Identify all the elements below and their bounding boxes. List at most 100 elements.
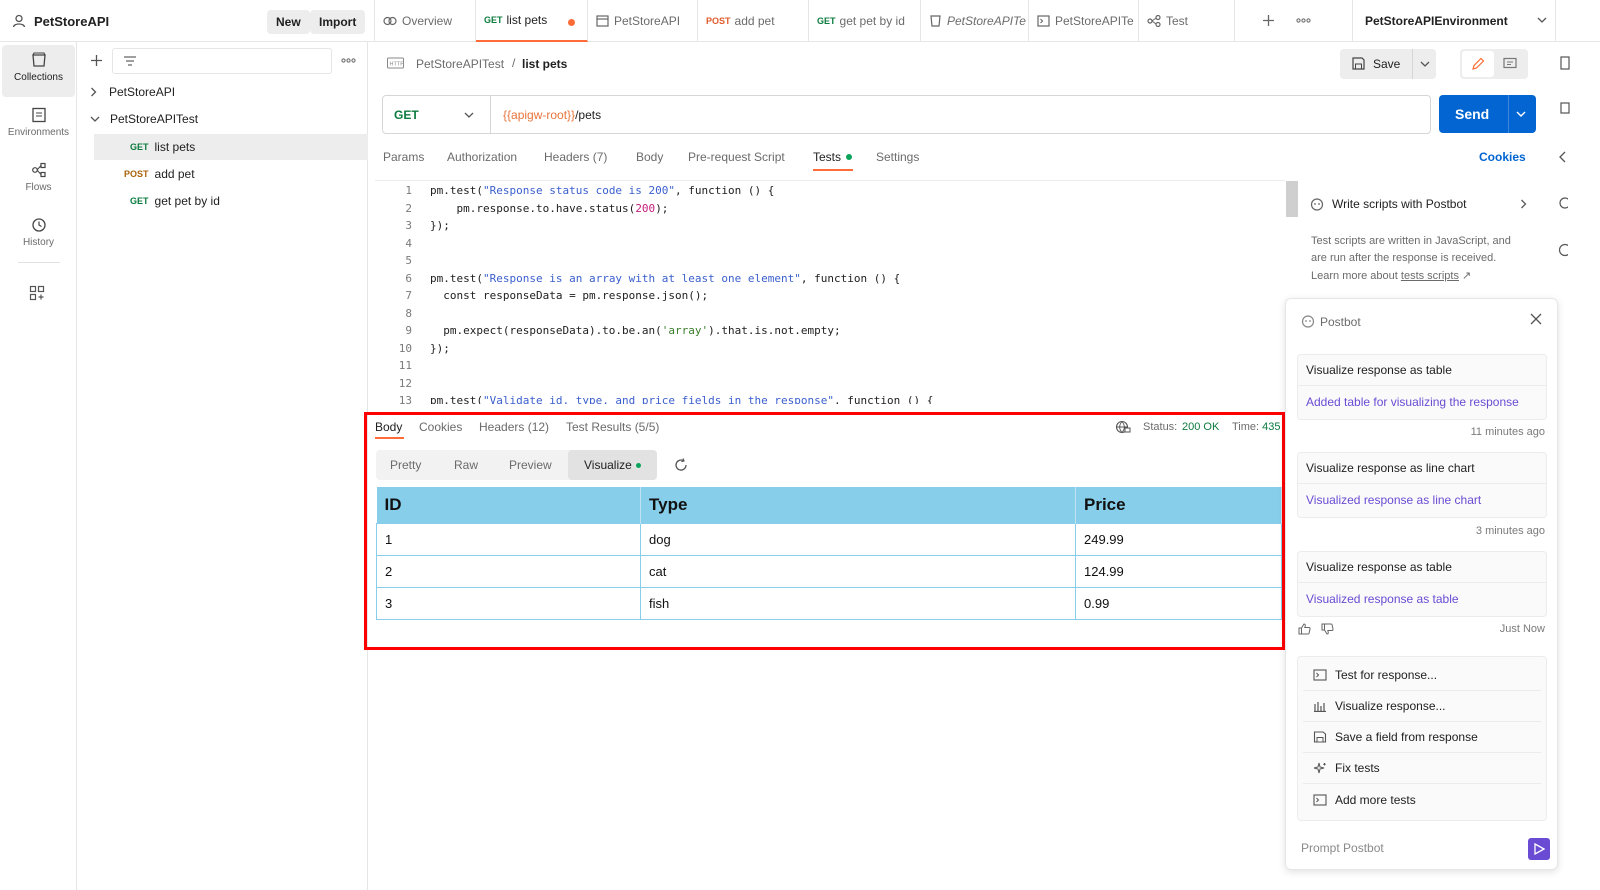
tree-request-list-pets[interactable]: GET list pets: [94, 134, 368, 160]
collection-petstoreapitest[interactable]: PetStoreAPITest: [90, 106, 198, 132]
chevron-down-icon[interactable]: [1516, 111, 1526, 118]
tests-scripts-link[interactable]: tests scripts: [1401, 270, 1459, 282]
filter-input[interactable]: [112, 48, 332, 74]
sidebar-item-flows[interactable]: Flows: [2, 155, 75, 207]
breadcrumb-parent[interactable]: PetStoreAPITest: [416, 57, 504, 71]
import-button[interactable]: Import: [310, 10, 366, 34]
cell-type: fish: [640, 586, 1076, 620]
environment-selector[interactable]: PetStoreAPIEnvironment: [1352, 0, 1556, 42]
suggestion-visualize-response[interactable]: Visualize response...: [1303, 691, 1541, 722]
tab-settings[interactable]: Settings: [876, 150, 919, 164]
cookies-link[interactable]: Cookies: [1479, 150, 1526, 164]
postbot-icon: [1301, 314, 1315, 328]
tab-petstoreapitest-2[interactable]: PetStoreAPITe: [1029, 0, 1139, 42]
flow-icon: [1147, 15, 1161, 27]
refresh-icon[interactable]: [674, 458, 688, 472]
add-collection-icon[interactable]: [90, 54, 103, 67]
time-value[interactable]: 435: [1262, 421, 1280, 433]
editor-scrollbar[interactable]: [1286, 181, 1298, 217]
more-options-icon[interactable]: [341, 58, 356, 63]
method-badge: GET: [817, 16, 836, 26]
postbot-answer-link[interactable]: Visualized response as table: [1298, 583, 1546, 616]
suggestion-fix-tests[interactable]: Fix tests: [1303, 753, 1541, 784]
suggestion-label: Fix tests: [1335, 761, 1380, 775]
user-icon[interactable]: [12, 14, 26, 28]
tab-petstoreapitest-1[interactable]: PetStoreAPITe: [921, 0, 1029, 42]
status-value[interactable]: 200 OK: [1182, 421, 1219, 433]
thumbs-up-icon[interactable]: [1298, 623, 1311, 635]
tab-label: list pets: [506, 13, 548, 27]
tab-add-pet[interactable]: POST add pet: [698, 0, 809, 42]
breadcrumb-current[interactable]: list pets: [522, 57, 567, 71]
add-tab-icon[interactable]: [1262, 14, 1275, 27]
chevron-down-icon[interactable]: [1420, 61, 1430, 68]
workspace-name[interactable]: PetStoreAPI: [34, 14, 109, 29]
sidebar-item-environments[interactable]: Environments: [2, 100, 75, 152]
url-input[interactable]: {{apigw-root}}/pets: [503, 108, 601, 122]
method-select[interactable]: GET: [383, 96, 491, 133]
more-tabs-icon[interactable]: [1296, 18, 1311, 23]
tab-petstoreapi[interactable]: PetStoreAPI: [588, 0, 698, 42]
collection-label: PetStoreAPITest: [110, 112, 199, 126]
tab-get-pet-by-id[interactable]: GET get pet by id: [809, 0, 921, 42]
tab-overview[interactable]: Overview: [375, 0, 476, 42]
write-scripts-postbot-link[interactable]: Write scripts with Postbot: [1332, 197, 1466, 211]
line-number: 7: [405, 289, 412, 302]
response-tab-cookies[interactable]: Cookies: [419, 420, 462, 434]
column-header-type: Type: [640, 487, 1076, 523]
response-tab-headers[interactable]: Headers (12): [479, 420, 549, 434]
tab-test[interactable]: Test: [1139, 0, 1235, 42]
send-icon: [1534, 843, 1545, 855]
close-icon[interactable]: [1530, 313, 1542, 325]
request-tabs: Overview GET list pets PetStoreAPI POST …: [375, 0, 1235, 42]
tree-request-add-pet[interactable]: POST add pet: [124, 161, 195, 187]
tab-params[interactable]: Params: [383, 150, 424, 164]
suggestion-test-for-response[interactable]: Test for response...: [1303, 660, 1541, 691]
view-mode-visualize[interactable]: Visualize: [568, 450, 657, 480]
tree-request-get-pet-by-id[interactable]: GET get pet by id: [130, 188, 220, 214]
comments-panel-icon[interactable]: [1560, 102, 1570, 116]
postbot-timestamp: 3 minutes ago: [1475, 525, 1545, 537]
chevron-down-icon: [90, 116, 100, 123]
runner-icon: [1037, 15, 1050, 27]
postbot-answer-link[interactable]: Visualized response as line chart: [1298, 484, 1546, 517]
view-mode-preview[interactable]: Preview: [509, 458, 552, 472]
new-button[interactable]: New: [267, 10, 310, 34]
view-mode-raw[interactable]: Raw: [454, 458, 478, 472]
thumbs-down-icon[interactable]: [1321, 623, 1334, 635]
save-icon: [1313, 731, 1327, 743]
tab-body[interactable]: Body: [636, 150, 663, 164]
cell-type: cat: [640, 554, 1076, 588]
network-globe-icon[interactable]: [1115, 420, 1131, 434]
configure-workbench-icon[interactable]: [29, 285, 45, 301]
tab-pre-request-script[interactable]: Pre-request Script: [688, 150, 785, 164]
chevron-right-icon[interactable]: [1520, 199, 1527, 209]
sidebar-item-history[interactable]: History: [2, 210, 75, 262]
send-button[interactable]: Send: [1439, 95, 1536, 133]
tab-label: PetStoreAPITe: [1055, 14, 1134, 28]
suggestion-add-more-tests[interactable]: Add more tests: [1303, 784, 1541, 815]
postbot-answer-link[interactable]: Added table for visualizing the response: [1298, 386, 1546, 419]
sidebar-item-collections[interactable]: Collections: [2, 45, 75, 97]
tab-authorization[interactable]: Authorization: [447, 150, 517, 164]
bar-chart-icon: [1314, 702, 1326, 712]
info-icon[interactable]: [1558, 243, 1568, 257]
docs-icon[interactable]: [1560, 56, 1570, 70]
send-prompt-button[interactable]: [1528, 838, 1550, 860]
view-mode-pretty[interactable]: Pretty: [390, 458, 421, 472]
response-tab-body[interactable]: Body: [375, 420, 402, 434]
collection-icon: [929, 15, 942, 27]
suggestion-save-field[interactable]: Save a field from response: [1303, 722, 1541, 753]
postbot-rail-icon[interactable]: [1558, 196, 1568, 210]
tab-tests[interactable]: Tests: [813, 150, 841, 164]
edit-mode-button[interactable]: [1462, 51, 1494, 77]
response-tab-test-results[interactable]: Test Results (5/5): [566, 420, 659, 434]
prompt-postbot-input[interactable]: Prompt Postbot: [1286, 834, 1557, 870]
tab-headers[interactable]: Headers (7): [544, 150, 607, 164]
collection-petstoreapi[interactable]: PetStoreAPI: [90, 79, 175, 105]
code-icon[interactable]: [1558, 150, 1568, 164]
comment-icon[interactable]: [1503, 57, 1517, 71]
cell-price: 124.99: [1075, 554, 1282, 588]
save-button[interactable]: Save: [1340, 49, 1436, 79]
tab-list-pets[interactable]: GET list pets: [476, 0, 588, 42]
